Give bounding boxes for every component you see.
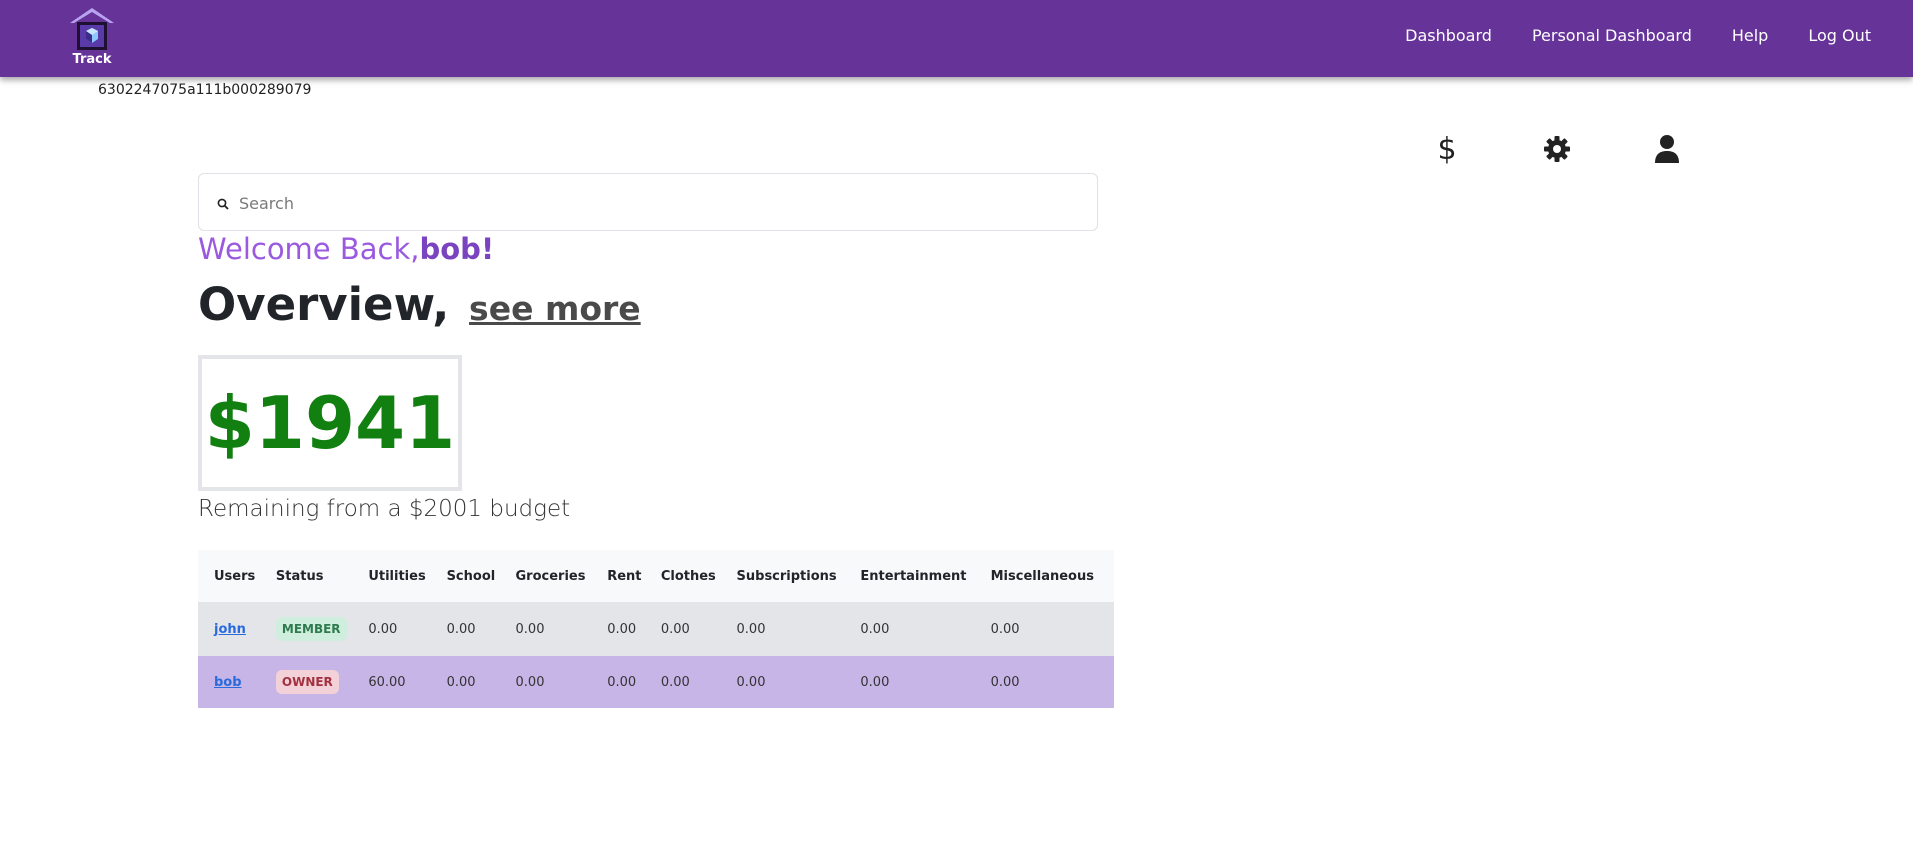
remaining-amount-card: $1941 [198, 355, 462, 491]
welcome-message: Welcome Back,bob! [198, 232, 494, 266]
overview-title: Overview, [198, 278, 450, 331]
status-badge: MEMBER [275, 617, 347, 641]
table-cell: 0.00 [986, 656, 1114, 708]
welcome-prefix: Welcome Back, [198, 232, 420, 266]
user-cell: bob [198, 656, 272, 708]
user-cell: john [198, 602, 272, 656]
table-cell: 0.00 [856, 656, 987, 708]
nav-log-out[interactable]: Log Out [1808, 26, 1871, 45]
table-cell: 0.00 [603, 656, 657, 708]
table-cell: 0.00 [442, 602, 512, 656]
table-cell: 0.00 [856, 602, 987, 656]
remaining-budget-text: Remaining from a $2001 budget [198, 496, 571, 522]
overview-heading: Overview, see more [198, 278, 641, 331]
nav-personal-dashboard[interactable]: Personal Dashboard [1532, 26, 1692, 45]
table-cell: 0.00 [603, 602, 657, 656]
gear-icon[interactable] [1540, 132, 1574, 166]
navbar: Track Dashboard Personal Dashboard Help … [0, 0, 1913, 77]
remaining-amount: $1941 [204, 381, 456, 465]
user-icon[interactable] [1650, 132, 1684, 166]
nav-dashboard[interactable]: Dashboard [1405, 26, 1492, 45]
user-link-bob[interactable]: bob [214, 675, 242, 690]
table-cell: 0.00 [442, 656, 512, 708]
nav-links: Dashboard Personal Dashboard Help Log Ou… [1405, 26, 1871, 45]
header-status: Status [271, 550, 365, 602]
budget-table: Users Status Utilities School Groceries … [198, 550, 1114, 708]
app-logo[interactable]: Track [66, 6, 118, 68]
table-cell: 0.00 [511, 602, 604, 656]
status-cell: MEMBER [271, 602, 365, 656]
status-badge: OWNER [275, 670, 339, 694]
table-cell: 0.00 [364, 602, 443, 656]
header-clothes: Clothes [656, 550, 733, 602]
table-row: bob OWNER 60.00 0.00 0.00 0.00 0.00 0.00… [198, 656, 1114, 708]
search-input[interactable] [239, 186, 1079, 220]
table-cell: 60.00 [364, 656, 443, 708]
status-cell: OWNER [271, 656, 365, 708]
header-utilities: Utilities [364, 550, 443, 602]
toolbar-icons: $ [1430, 132, 1700, 168]
table-header-row: Users Status Utilities School Groceries … [198, 550, 1114, 602]
table-cell: 0.00 [656, 602, 733, 656]
logo-text: Track [72, 52, 112, 67]
table-cell: 0.00 [656, 656, 733, 708]
search-icon [217, 195, 229, 214]
user-link-john[interactable]: john [214, 622, 246, 637]
header-users: Users [198, 550, 272, 602]
svg-text:$: $ [1437, 133, 1456, 165]
see-more-link[interactable]: see more [469, 289, 641, 328]
table-cell: 0.00 [986, 602, 1114, 656]
dollar-icon[interactable]: $ [1430, 132, 1464, 166]
header-groceries: Groceries [511, 550, 604, 602]
user-id: 6302247075a111b000289079 [98, 82, 312, 98]
header-miscellaneous: Miscellaneous [986, 550, 1114, 602]
search-box [198, 173, 1098, 231]
welcome-username: bob [419, 232, 481, 266]
header-rent: Rent [603, 550, 657, 602]
table-cell: 0.00 [732, 656, 857, 708]
table-cell: 0.00 [511, 656, 604, 708]
header-school: School [442, 550, 512, 602]
table-cell: 0.00 [732, 602, 857, 656]
house-logo-icon [70, 8, 114, 50]
header-subscriptions: Subscriptions [732, 550, 857, 602]
nav-help[interactable]: Help [1732, 26, 1768, 45]
table-row: john MEMBER 0.00 0.00 0.00 0.00 0.00 0.0… [198, 602, 1114, 656]
header-entertainment: Entertainment [856, 550, 987, 602]
welcome-suffix: ! [480, 232, 495, 266]
